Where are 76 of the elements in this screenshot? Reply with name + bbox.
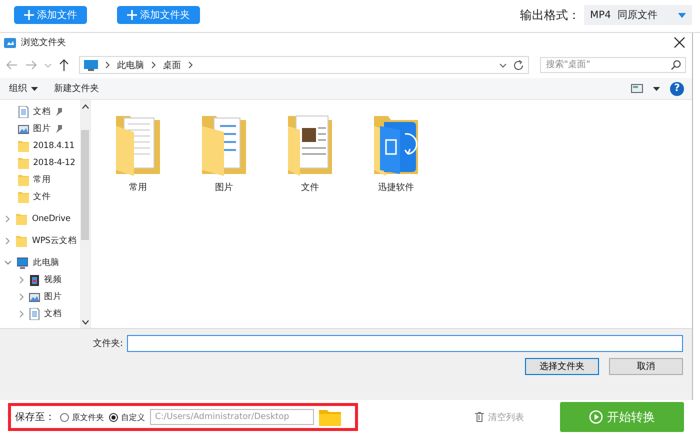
collapsed-chevron-icon[interactable]	[4, 236, 11, 244]
radio-button[interactable]	[60, 412, 69, 422]
folder-item[interactable]: 常用	[113, 112, 163, 194]
sidebar-item[interactable]: 此电脑	[0, 254, 80, 271]
folder-icon[interactable]	[319, 408, 341, 426]
sidebar-item[interactable]: 2018.4.11	[0, 137, 80, 154]
play-icon	[589, 410, 603, 424]
computer-icon	[17, 256, 28, 268]
chevron-right-icon	[104, 61, 111, 69]
chevron-right-icon	[150, 61, 157, 69]
folder-icon	[18, 190, 29, 202]
sidebar-item[interactable]: 视频	[0, 271, 80, 288]
scrollbar-thumb[interactable]	[81, 130, 89, 240]
view-options-icon[interactable]	[631, 84, 643, 93]
folder-item[interactable]: 文件	[285, 112, 335, 194]
folder-item[interactable]: 图片	[199, 112, 249, 194]
select-folder-button[interactable]: 选择文件夹	[525, 358, 599, 375]
document-icon	[29, 308, 40, 320]
save-to-label: 保存至：	[15, 411, 55, 424]
folder-icon	[16, 212, 27, 224]
cancel-button[interactable]: 取消	[609, 358, 683, 375]
dropdown-arrow-icon	[678, 12, 686, 18]
sidebar-item[interactable]: 文件	[0, 188, 80, 205]
output-format-label: 输出格式：	[520, 6, 580, 24]
organize-menu-button[interactable]: 组织	[6, 82, 41, 95]
forward-arrow-icon[interactable]	[25, 60, 37, 70]
film-icon	[29, 274, 40, 286]
sidebar-item[interactable]: 文档	[0, 305, 80, 322]
folder-icon	[16, 234, 27, 246]
expanded-chevron-icon[interactable]	[4, 258, 12, 266]
recent-dropdown-icon[interactable]	[44, 62, 52, 68]
collapsed-chevron-icon[interactable]	[18, 310, 25, 318]
folder-name-field[interactable]	[127, 335, 683, 352]
sidebar-item[interactable]: 图片	[0, 288, 80, 305]
output-format-dropdown[interactable]: MP4 同原文件	[584, 5, 692, 25]
trash-icon	[475, 412, 484, 422]
close-icon[interactable]	[674, 37, 685, 48]
sidebar-item[interactable]: 图片	[0, 120, 80, 137]
up-arrow-icon[interactable]	[59, 59, 69, 71]
computer-icon	[84, 60, 98, 70]
folder-item[interactable]: 迅捷软件	[371, 112, 421, 194]
help-button[interactable]: ?	[670, 82, 684, 96]
chevron-right-icon	[187, 61, 194, 69]
new-folder-button[interactable]: 新建文件夹	[51, 82, 102, 95]
collapsed-chevron-icon[interactable]	[18, 276, 25, 284]
sidebar-item[interactable]: 2018-4-12	[0, 154, 80, 171]
radio-option[interactable]: 原文件夹	[60, 412, 104, 422]
back-arrow-icon[interactable]	[6, 60, 18, 70]
sidebar-item[interactable]: 常用	[0, 171, 80, 188]
document-icon	[18, 106, 29, 118]
plus-icon	[127, 10, 137, 20]
address-bar[interactable]: 此电脑 桌面	[79, 56, 529, 74]
radio-option[interactable]: 自定义	[109, 412, 145, 422]
collapsed-chevron-icon[interactable]	[18, 292, 25, 300]
plus-icon	[24, 10, 34, 20]
folder-field-label: 文件夹:	[92, 338, 123, 350]
dropdown-arrow-icon	[31, 86, 38, 90]
breadcrumb-item[interactable]: 此电脑	[117, 58, 144, 72]
picture-icon	[18, 122, 29, 134]
folder-icon	[18, 140, 29, 152]
picture-icon	[29, 290, 40, 302]
collapsed-chevron-icon[interactable]	[4, 214, 11, 222]
sidebar-item[interactable]: OneDrive	[0, 210, 80, 227]
search-icon	[671, 60, 681, 70]
window-title: 浏览文件夹	[21, 36, 66, 49]
scrollbar[interactable]	[80, 100, 90, 328]
folder-icon	[18, 174, 29, 186]
refresh-icon[interactable]	[513, 60, 524, 70]
search-field[interactable]: 搜索"桌面"	[540, 57, 686, 73]
radio-button[interactable]	[109, 412, 118, 422]
sidebar-item[interactable]: WPS云文档	[0, 232, 80, 249]
sidebar-item[interactable]: 文档	[0, 103, 80, 120]
breadcrumb-item[interactable]: 桌面	[163, 58, 181, 72]
dropdown-arrow-icon[interactable]	[653, 86, 660, 90]
folder-icon	[18, 156, 29, 168]
history-dropdown-icon[interactable]	[499, 62, 507, 68]
